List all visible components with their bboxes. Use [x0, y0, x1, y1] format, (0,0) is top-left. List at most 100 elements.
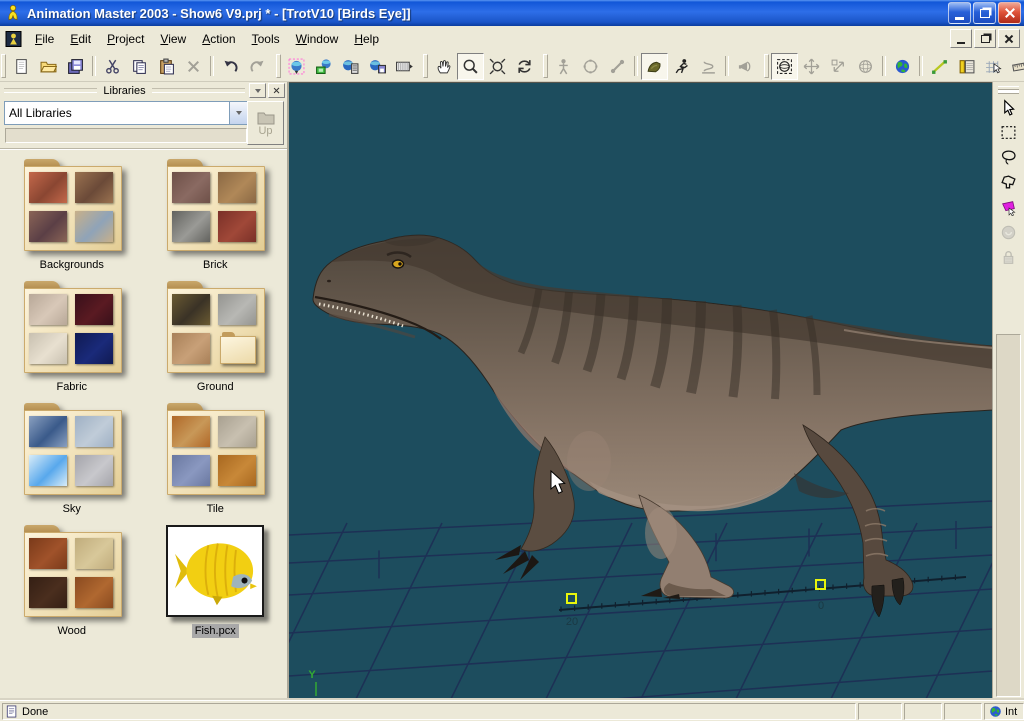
animate-button[interactable]	[668, 53, 695, 80]
turn-button[interactable]	[511, 53, 538, 80]
zoom-fit-icon	[489, 58, 506, 75]
status-right-text: Int	[1005, 706, 1017, 718]
toolbar-drag-handle[interactable]	[764, 54, 769, 78]
filmstrip-button[interactable]	[391, 53, 418, 80]
menu-item-edit[interactable]: Edit	[62, 28, 99, 50]
document-icon[interactable]	[5, 31, 22, 47]
render-save-button[interactable]	[364, 53, 391, 80]
mdi-close-button[interactable]	[998, 29, 1020, 48]
texture-thumbnail	[172, 172, 210, 203]
header-line	[4, 88, 97, 93]
panel-close-button[interactable]	[268, 83, 285, 98]
close-button[interactable]	[998, 2, 1021, 24]
mdi-window-controls	[948, 29, 1024, 48]
trex-chest-highlight	[567, 431, 611, 491]
library-filter-combobox[interactable]: All Libraries	[4, 101, 248, 125]
library-item-fish-pcx[interactable]: Fish.pcx	[151, 525, 279, 638]
toolbar-drag-handle[interactable]	[423, 54, 428, 78]
menu-bar: FileEditProjectViewActionToolsWindowHelp	[0, 26, 1024, 52]
library-item-wood[interactable]: Wood	[8, 525, 136, 638]
open-button[interactable]	[35, 53, 62, 80]
render-movie-button[interactable]	[337, 53, 364, 80]
lasso-tool-button[interactable]	[995, 145, 1022, 170]
arrow-icon	[1000, 99, 1017, 116]
menu-item-view[interactable]: View	[152, 28, 194, 50]
status-panel-3	[944, 703, 982, 720]
bound-button[interactable]	[771, 53, 798, 80]
panel-rollup-button[interactable]	[249, 83, 266, 98]
combobox-dropdown-button[interactable]	[229, 102, 247, 124]
new-button[interactable]	[8, 53, 35, 80]
render-disk-icon	[369, 58, 386, 75]
texture-thumbnail	[29, 577, 67, 608]
toolbar-separator	[210, 56, 214, 76]
paste-button[interactable]	[153, 53, 180, 80]
world-button[interactable]	[889, 53, 916, 80]
measure-button[interactable]	[1007, 53, 1024, 80]
mdi-restore-button[interactable]	[974, 29, 996, 48]
menu-item-project[interactable]: Project	[99, 28, 152, 50]
trex-model[interactable]	[313, 235, 993, 617]
toolbar-drag-handle[interactable]	[998, 86, 1019, 90]
y-axis-label: Y	[308, 669, 316, 681]
grid-snap-button[interactable]	[980, 53, 1007, 80]
cut-icon	[104, 58, 121, 75]
status-message-panel: Done	[2, 703, 856, 720]
folder-icon	[22, 159, 122, 251]
library-item-label: Fabric	[53, 380, 90, 394]
menu-item-file[interactable]: File	[27, 28, 62, 50]
render-preview-button[interactable]	[283, 53, 310, 80]
library-item-label: Ground	[194, 380, 237, 394]
key-panel-button[interactable]	[953, 53, 980, 80]
library-item-sky[interactable]: Sky	[8, 403, 136, 516]
undo-button[interactable]	[217, 53, 244, 80]
rect-select-tool-button[interactable]	[995, 120, 1022, 145]
library-item-tile[interactable]: Tile	[151, 403, 279, 516]
folder-icon	[165, 159, 265, 251]
mdi-minimize-button[interactable]	[950, 29, 972, 48]
modeling-button	[577, 53, 604, 80]
texture-thumbnail	[75, 211, 113, 242]
select-tool-button[interactable]	[995, 95, 1022, 120]
save-all-button[interactable]	[62, 53, 89, 80]
library-item-fabric[interactable]: Fabric	[8, 281, 136, 394]
main-toolbar: A	[0, 51, 1024, 82]
viewport-canvas[interactable]: 20 0	[289, 83, 993, 702]
status-bar: Done Int	[0, 700, 1024, 721]
zoom-button[interactable]	[457, 53, 484, 80]
muscle-button[interactable]	[641, 53, 668, 80]
title-bar: Animation Master 2003 - Show6 V9.prj * -…	[0, 0, 1024, 26]
render-lock-button[interactable]	[310, 53, 337, 80]
spring-icon	[700, 58, 717, 75]
toolbar-drag-handle[interactable]	[1, 54, 6, 78]
poly-lasso-icon	[1000, 174, 1017, 191]
file-group	[0, 53, 271, 80]
keyframe-marker-20[interactable]	[567, 594, 576, 603]
up-button-label: Up	[258, 125, 272, 137]
path-button[interactable]	[926, 53, 953, 80]
cut-button[interactable]	[99, 53, 126, 80]
library-item-ground[interactable]: Ground	[151, 281, 279, 394]
pan-button[interactable]	[430, 53, 457, 80]
menu-item-action[interactable]: Action	[194, 28, 243, 50]
menu-item-tools[interactable]: Tools	[244, 28, 288, 50]
up-folder-button[interactable]: Up	[247, 101, 284, 145]
menu-item-window[interactable]: Window	[288, 28, 347, 50]
mode-group	[542, 53, 759, 80]
menu-item-help[interactable]: Help	[346, 28, 387, 50]
toolbar-drag-handle[interactable]	[543, 54, 548, 78]
libraries-panel-header: Libraries	[0, 82, 287, 99]
minimize-button[interactable]	[948, 2, 971, 24]
toolbar-drag-handle[interactable]	[276, 54, 281, 78]
zoom-fit-button[interactable]	[484, 53, 511, 80]
library-item-backgrounds[interactable]: Backgrounds	[8, 159, 136, 272]
patch-select-tool-button[interactable]	[995, 195, 1022, 220]
texture-thumbnail	[29, 211, 67, 242]
restore-button[interactable]	[973, 2, 996, 24]
viewport-3d[interactable]: 20 0	[289, 82, 993, 702]
render-green-icon	[315, 58, 332, 75]
library-item-brick[interactable]: Brick	[151, 159, 279, 272]
poly-lasso-tool-button[interactable]	[995, 170, 1022, 195]
paste-icon	[158, 58, 175, 75]
copy-button[interactable]	[126, 53, 153, 80]
